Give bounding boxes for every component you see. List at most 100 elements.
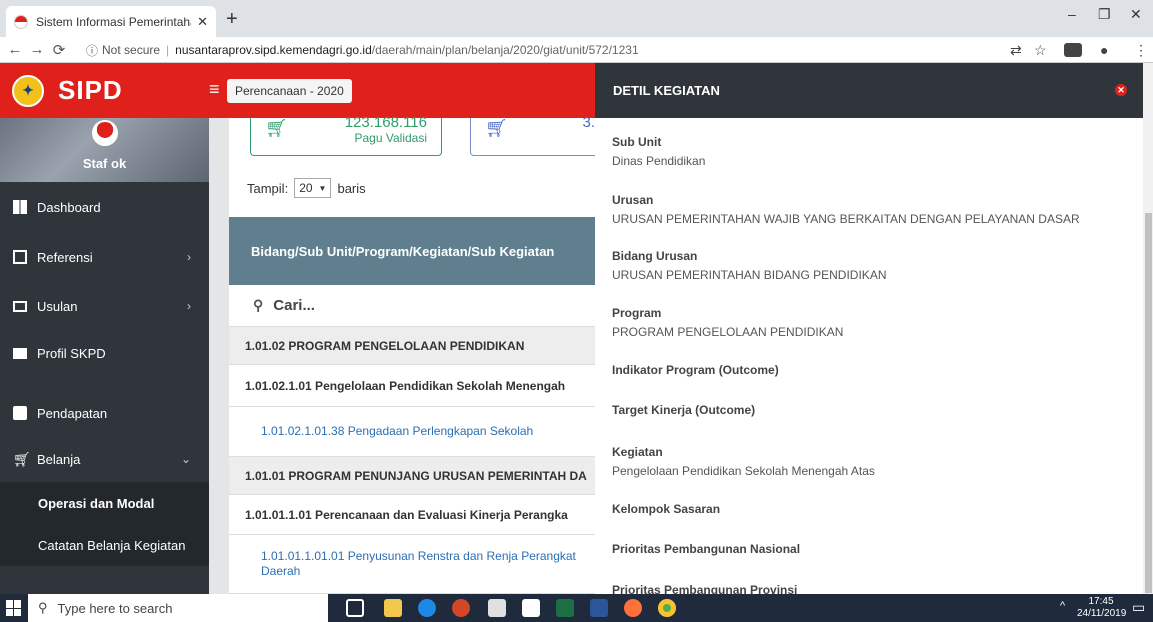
edge-browser-icon[interactable] bbox=[418, 599, 436, 617]
top-navbar: ≡ Perencanaan - 2020 bbox=[209, 63, 595, 118]
extension-icon[interactable] bbox=[1064, 43, 1082, 57]
sidebar-item-label: Pendapatan bbox=[37, 405, 108, 421]
pagu-validasi-value: 123.168.116 bbox=[344, 114, 427, 131]
address-bar: ← → ⟳ ⓘ Not secure | nusantaraprov.sipd.… bbox=[0, 37, 1153, 63]
search-input[interactable]: ⚲ Cari... bbox=[229, 285, 595, 327]
sidebar-item-dashboard[interactable]: Dashboard bbox=[0, 182, 209, 232]
menu-dots-icon[interactable]: ⋮ bbox=[1134, 42, 1148, 59]
drawer-title: DETIL KEGIATAN bbox=[613, 83, 720, 98]
forward-arrow-icon[interactable]: → bbox=[26, 41, 48, 58]
reload-icon[interactable]: ⟳ bbox=[48, 41, 70, 59]
bookmark-star-icon[interactable]: ☆ bbox=[1034, 42, 1047, 59]
sidebar-item-operasi-modal[interactable]: Operasi dan Modal bbox=[0, 482, 209, 524]
row-link[interactable]: 1.01.01.1.01.01 Penyusunan Renstra dan R… bbox=[261, 549, 587, 579]
dropdown-arrow-icon: ▼ bbox=[318, 183, 327, 193]
field-label: Kelompok Sasaran bbox=[612, 502, 721, 516]
sidebar-item-belanja[interactable]: 🛒︎ Belanja ⌄ bbox=[0, 436, 209, 482]
dashboard-icon bbox=[13, 200, 27, 214]
security-label: Not secure bbox=[102, 43, 161, 57]
sidebar-item-catatan-belanja[interactable]: Catatan Belanja Kegiatan bbox=[0, 524, 209, 566]
sidebar-item-pendapatan[interactable]: Pendapatan bbox=[0, 390, 209, 436]
cart-icon: 🛒︎ bbox=[265, 118, 288, 138]
sidebar-item-label: Referensi bbox=[37, 249, 93, 265]
powerpoint-icon[interactable] bbox=[452, 599, 470, 617]
field-label: Program bbox=[612, 306, 662, 320]
mail-icon[interactable] bbox=[522, 599, 540, 617]
drawer-close-icon[interactable]: ✕ bbox=[1115, 84, 1127, 96]
new-tab-button[interactable]: + bbox=[226, 8, 238, 31]
table-row[interactable]: 1.01.01 PROGRAM PENUNJANG URUSAN PEMERIN… bbox=[229, 457, 595, 495]
profile-icon[interactable]: ● bbox=[1100, 42, 1108, 58]
page-size-select[interactable]: 20 ▼ bbox=[294, 178, 332, 198]
table-row[interactable]: 1.01.01.1.01 Perencanaan dan Evaluasi Ki… bbox=[229, 495, 595, 535]
hamburger-menu-icon[interactable]: ≡ bbox=[209, 79, 225, 100]
sidebar-item-label: Usulan bbox=[37, 298, 78, 314]
windows-start-icon[interactable] bbox=[6, 600, 22, 616]
back-arrow-icon[interactable]: ← bbox=[4, 41, 26, 58]
restore-button[interactable]: ❐ bbox=[1098, 6, 1111, 23]
translate-icon[interactable]: ⇄ bbox=[1010, 42, 1022, 59]
notification-icon[interactable]: ▭ bbox=[1132, 599, 1145, 616]
scrollbar-thumb[interactable] bbox=[1145, 213, 1152, 593]
row-text: 1.01.01.1.01 Perencanaan dan Evaluasi Ki… bbox=[245, 507, 568, 522]
table-row[interactable]: 1.01.02.1.01 Pengelolaan Pendidikan Seko… bbox=[229, 365, 595, 407]
search-placeholder: Cari... bbox=[273, 297, 315, 314]
field-value: Pengelolaan Pendidikan Sekolah Menengah … bbox=[612, 464, 875, 478]
second-card: 🛒︎ 3. bbox=[470, 114, 595, 156]
drawer-scrollbar[interactable] bbox=[1143, 63, 1153, 594]
table-row[interactable]: 1.01.02 PROGRAM PENGELOLAAN PENDIDIKAN bbox=[229, 327, 595, 365]
clock-date: 24/11/2019 bbox=[1077, 608, 1127, 619]
tray-chevron-icon[interactable]: ^ bbox=[1060, 600, 1065, 612]
browser-tab[interactable]: Sistem Informasi Pemerintahan D ✕ bbox=[6, 6, 216, 37]
field-prioritas-nasional: Prioritas Pembangunan Nasional bbox=[612, 542, 800, 561]
minimize-button[interactable]: – bbox=[1068, 6, 1076, 22]
store-icon[interactable] bbox=[488, 599, 506, 617]
field-program: Program PROGRAM PENGELOLAAN PENDIDIKAN bbox=[612, 306, 843, 339]
field-value: PROGRAM PENGELOLAAN PENDIDIKAN bbox=[612, 325, 844, 339]
field-urusan: Urusan URUSAN PEMERINTAHAN WAJIB YANG BE… bbox=[612, 193, 1080, 226]
tampil-label: Tampil: bbox=[247, 180, 289, 196]
url-path: /daerah/main/plan/belanja/2020/giat/unit… bbox=[371, 43, 639, 57]
sidebar-item-referensi[interactable]: Referensi › bbox=[0, 232, 209, 282]
taskbar-search-placeholder: Type here to search bbox=[57, 600, 173, 616]
info-icon[interactable]: ⓘ bbox=[86, 42, 98, 59]
pagu-validasi-label: Pagu Validasi bbox=[354, 131, 428, 145]
sidebar-item-usulan[interactable]: Usulan › bbox=[0, 282, 209, 330]
sidebar-item-label: Belanja bbox=[37, 451, 81, 467]
taskbar-search-input[interactable]: ⚲ Type here to search bbox=[28, 594, 328, 622]
taskbar-clock[interactable]: 17:45 24/11/2019 bbox=[1077, 596, 1127, 620]
field-kelompok-sasaran: Kelompok Sasaran bbox=[612, 502, 720, 521]
table-header: Bidang/Sub Unit/Program/Kegiatan/Sub Keg… bbox=[229, 217, 595, 285]
sidebar: ✦ SIPD Staf ok Dashboard Referensi › Usu… bbox=[0, 63, 209, 594]
field-label: Prioritas Pembangunan Provinsi bbox=[612, 583, 798, 594]
clock-time: 17:45 bbox=[1088, 596, 1114, 607]
task-view-icon[interactable] bbox=[346, 599, 364, 617]
sidebar-item-profil-skpd[interactable]: Profil SKPD bbox=[0, 330, 209, 376]
word-icon[interactable] bbox=[590, 599, 608, 617]
field-label: Prioritas Pembangunan Nasional bbox=[612, 542, 801, 556]
site-favicon-icon bbox=[14, 14, 28, 29]
row-text: 1.01.02.1.01 Pengelolaan Pendidikan Seko… bbox=[245, 378, 566, 393]
table-row[interactable]: 1.01.01.1.01.01 Penyusunan Renstra dan R… bbox=[229, 535, 595, 594]
cart-icon: 🛒︎ bbox=[13, 451, 31, 467]
file-explorer-icon[interactable] bbox=[384, 599, 402, 617]
excel-icon[interactable] bbox=[556, 599, 574, 617]
row-link[interactable]: 1.01.02.1.01.38 Pengadaan Perlengkapan S… bbox=[261, 424, 533, 439]
sidebar-item-label: Profil SKPD bbox=[37, 345, 106, 361]
firefox-icon[interactable] bbox=[624, 599, 642, 617]
tab-title: Sistem Informasi Pemerintahan D bbox=[36, 14, 191, 29]
avatar[interactable] bbox=[92, 120, 118, 146]
drawer-header: DETIL KEGIATAN ✕ bbox=[595, 63, 1143, 118]
windows-taskbar: ⚲ Type here to search ^ 17:45 24/11/2019… bbox=[0, 594, 1153, 622]
chrome-icon[interactable] bbox=[658, 599, 676, 617]
cart-icon: 🛒︎ bbox=[485, 118, 508, 138]
period-button[interactable]: Perencanaan - 2020 bbox=[227, 79, 352, 103]
url-separator: | bbox=[166, 43, 170, 57]
field-value: URUSAN PEMERINTAHAN BIDANG PENDIDIKAN bbox=[612, 268, 887, 282]
window-close-button[interactable]: ✕ bbox=[1130, 6, 1142, 23]
table-row[interactable]: 1.01.02.1.01.38 Pengadaan Perlengkapan S… bbox=[229, 407, 595, 457]
url-field[interactable]: ⓘ Not secure | nusantaraprov.sipd.kemend… bbox=[86, 40, 996, 60]
brand-header[interactable]: ✦ SIPD bbox=[0, 63, 209, 118]
tab-close-icon[interactable]: ✕ bbox=[197, 14, 208, 30]
